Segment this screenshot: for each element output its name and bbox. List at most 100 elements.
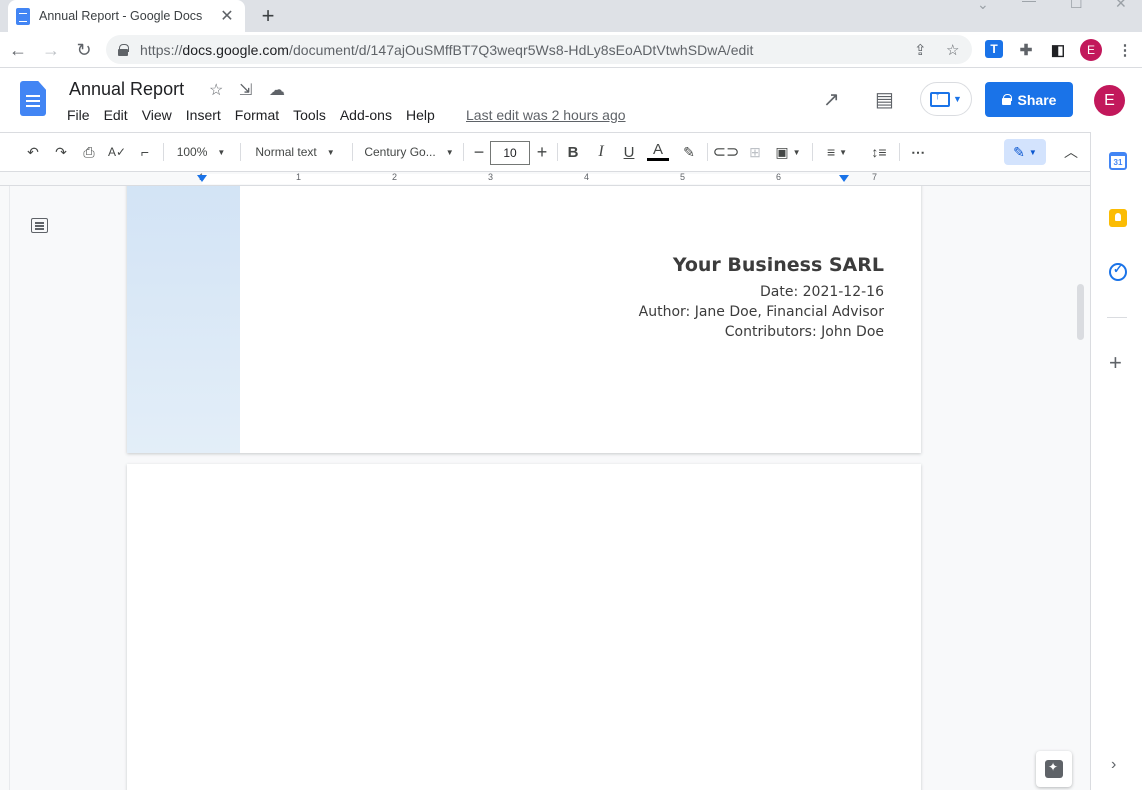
author-line: Author: Jane Doe, Financial Advisor	[638, 304, 884, 320]
last-edit-link[interactable]: Last edit was 2 hours ago	[466, 107, 626, 123]
decrease-font-size-icon[interactable]: −	[469, 141, 489, 163]
hide-menus-chevron-up-icon[interactable]: ︿	[1060, 141, 1082, 163]
toolbar-divider	[899, 143, 900, 161]
browser-menu-icon[interactable]: ⋮	[1115, 40, 1135, 60]
toolbar-divider	[812, 143, 813, 161]
date-line: Date: 2021-12-16	[760, 284, 884, 300]
vertical-ruler	[0, 186, 10, 790]
more-options-icon[interactable]: ⋯	[907, 141, 929, 163]
toolbar-divider	[163, 143, 164, 161]
cloud-saved-icon[interactable]: ☁	[269, 80, 285, 100]
comments-icon[interactable]: ▤	[875, 87, 894, 112]
present-button[interactable]: ▼	[920, 82, 972, 116]
minimize-icon[interactable]: —	[1022, 0, 1036, 8]
editing-mode-button[interactable]: ✎ ▼	[1004, 139, 1046, 165]
translate-extension-icon[interactable]: T	[985, 40, 1003, 58]
formatting-toolbar: ↶ ↷ ⎙ A✓ ⌐ 100% ▼ Normal text ▼ Century …	[0, 132, 1090, 172]
menu-add-ons[interactable]: Add-ons	[340, 107, 392, 123]
spellcheck-icon[interactable]: A✓	[106, 141, 128, 163]
lock-icon[interactable]	[118, 43, 129, 56]
share-page-icon[interactable]: ⇪	[914, 41, 927, 59]
menu-insert[interactable]: Insert	[186, 107, 221, 123]
ruler-number: 3	[488, 172, 494, 182]
side-panel: 31 + ›	[1090, 132, 1142, 790]
menu-bar: File Edit View Insert Format Tools Add-o…	[67, 107, 449, 123]
font-select[interactable]: Century Go... ▼	[360, 141, 458, 163]
calendar-icon[interactable]: 31	[1109, 152, 1127, 170]
back-icon[interactable]: ←	[5, 37, 31, 63]
vertical-scrollbar[interactable]	[1077, 284, 1084, 340]
tab-search-icon[interactable]: ⌄	[977, 0, 989, 12]
insert-image-icon[interactable]: ▣ ▼	[772, 141, 804, 163]
document-outline-icon[interactable]	[31, 218, 48, 233]
menu-file[interactable]: File	[67, 107, 90, 123]
chevron-down-icon: ▼	[326, 147, 335, 157]
insert-link-icon[interactable]: ⊂⊃	[713, 141, 740, 163]
paragraph-style-select[interactable]: Normal text ▼	[246, 141, 344, 163]
menu-tools[interactable]: Tools	[293, 107, 326, 123]
browser-tab[interactable]: Annual Report - Google Docs ✕	[8, 0, 245, 32]
add-comment-icon[interactable]: ⊞	[744, 141, 766, 163]
reload-icon[interactable]: ↻	[71, 37, 97, 63]
docs-logo-icon[interactable]	[20, 81, 46, 116]
document-title[interactable]: Annual Report	[69, 79, 184, 100]
activity-trend-icon[interactable]: ↗	[823, 87, 840, 112]
paint-format-icon[interactable]: ⌐	[134, 141, 156, 163]
toolbar-divider	[463, 143, 464, 161]
text-color-icon[interactable]: A	[647, 141, 669, 161]
side-panel-divider	[1107, 317, 1127, 318]
explore-button[interactable]	[1036, 751, 1072, 787]
line-spacing-icon[interactable]: ↕≡	[868, 141, 890, 163]
move-folder-icon[interactable]: ⇲	[239, 80, 252, 100]
font-size-input[interactable]: 10	[490, 141, 530, 165]
close-window-icon[interactable]: ✕	[1115, 0, 1127, 11]
ruler-number: 4	[584, 172, 590, 182]
share-label: Share	[1017, 91, 1057, 108]
zoom-select[interactable]: 100% ▼	[170, 141, 232, 163]
bookmark-star-icon[interactable]: ☆	[946, 41, 959, 59]
browser-profile-avatar[interactable]: E	[1080, 39, 1102, 61]
ruler-number: 6	[776, 172, 782, 182]
share-button[interactable]: Share	[985, 82, 1073, 117]
italic-icon[interactable]: I	[591, 141, 611, 163]
ruler-number: 2	[392, 172, 398, 182]
chevron-down-icon: ▼	[1028, 147, 1037, 157]
document-page[interactable]	[127, 464, 921, 790]
business-name: Your Business SARL	[672, 254, 884, 276]
maximize-icon[interactable]: ☐	[1070, 0, 1083, 11]
keep-icon[interactable]	[1109, 209, 1127, 227]
toolbar-divider	[240, 143, 241, 161]
underline-icon[interactable]: U	[619, 141, 639, 163]
redo-icon[interactable]: ↷	[50, 141, 72, 163]
close-tab-icon[interactable]: ✕	[217, 6, 237, 26]
print-icon[interactable]: ⎙	[78, 141, 100, 163]
document-page[interactable]: Your Business SARL Date: 2021-12-16 Auth…	[127, 186, 921, 453]
highlight-color-icon[interactable]: ✎	[678, 141, 700, 163]
account-avatar[interactable]: E	[1094, 85, 1125, 116]
extensions-puzzle-icon[interactable]: ✚	[1016, 40, 1036, 60]
bold-icon[interactable]: B	[563, 141, 583, 163]
ruler-number: 1	[296, 172, 302, 182]
menu-help[interactable]: Help	[406, 107, 435, 123]
right-indent-marker[interactable]	[839, 175, 849, 182]
url-scheme: https://	[140, 41, 183, 58]
menu-format[interactable]: Format	[235, 107, 279, 123]
new-tab-icon[interactable]: +	[256, 3, 280, 29]
tasks-icon[interactable]	[1109, 262, 1127, 281]
chevron-down-icon: ▼	[445, 147, 454, 157]
forward-icon[interactable]: →	[38, 37, 64, 63]
left-indent-marker[interactable]	[197, 175, 207, 182]
star-icon[interactable]: ☆	[209, 80, 223, 100]
get-add-ons-plus-icon[interactable]: +	[1109, 350, 1122, 376]
menu-edit[interactable]: Edit	[104, 107, 128, 123]
increase-font-size-icon[interactable]: +	[532, 141, 552, 163]
lock-icon	[1001, 94, 1012, 105]
menu-view[interactable]: View	[142, 107, 172, 123]
toolbar-divider	[707, 143, 708, 161]
side-panel-icon[interactable]: ◧	[1048, 40, 1068, 60]
horizontal-ruler: 1 1 2 3 4 5 6 7	[0, 172, 1090, 186]
align-left-icon[interactable]: ≡ ▼	[821, 141, 853, 163]
undo-icon[interactable]: ↶	[22, 141, 44, 163]
omnibox[interactable]: https://docs.google.com/document/d/147aj…	[106, 35, 972, 64]
chevron-right-icon[interactable]: ›	[1111, 756, 1116, 774]
